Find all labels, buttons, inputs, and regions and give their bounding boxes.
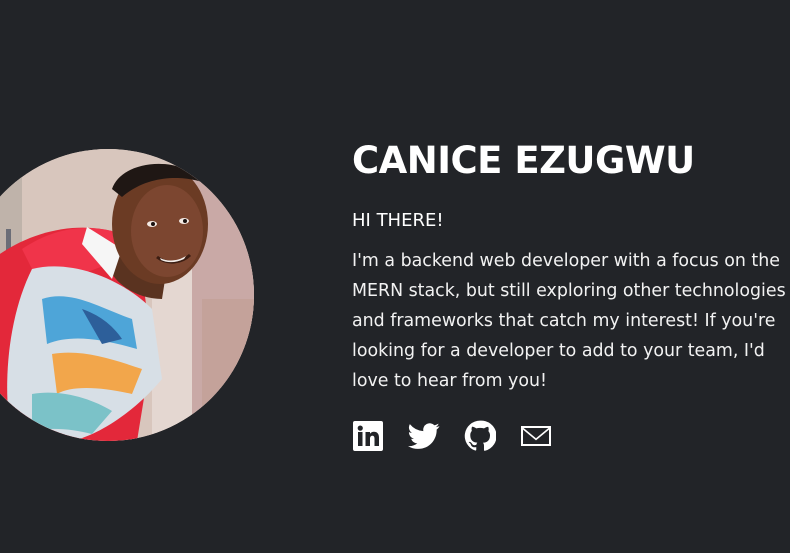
twitter-link[interactable] <box>408 420 440 452</box>
email-icon <box>521 426 551 446</box>
linkedin-icon <box>353 421 383 451</box>
github-icon <box>464 420 496 451</box>
social-links <box>352 420 552 452</box>
intro-section: CANICE EZUGWU HI THERE! I'm a backend we… <box>352 136 788 396</box>
twitter-icon <box>408 423 440 449</box>
linkedin-link[interactable] <box>352 420 384 452</box>
profile-photo-illustration <box>0 149 254 441</box>
bio-text: I'm a backend web developer with a focus… <box>352 251 786 391</box>
github-link[interactable] <box>464 420 496 452</box>
profile-name: CANICE EZUGWU <box>352 139 695 182</box>
email-link[interactable] <box>520 420 552 452</box>
hero-section: CANICE EZUGWU HI THERE! I'm a backend we… <box>0 0 790 553</box>
greeting-text: HI THERE! <box>352 210 444 231</box>
profile-photo <box>0 149 254 441</box>
